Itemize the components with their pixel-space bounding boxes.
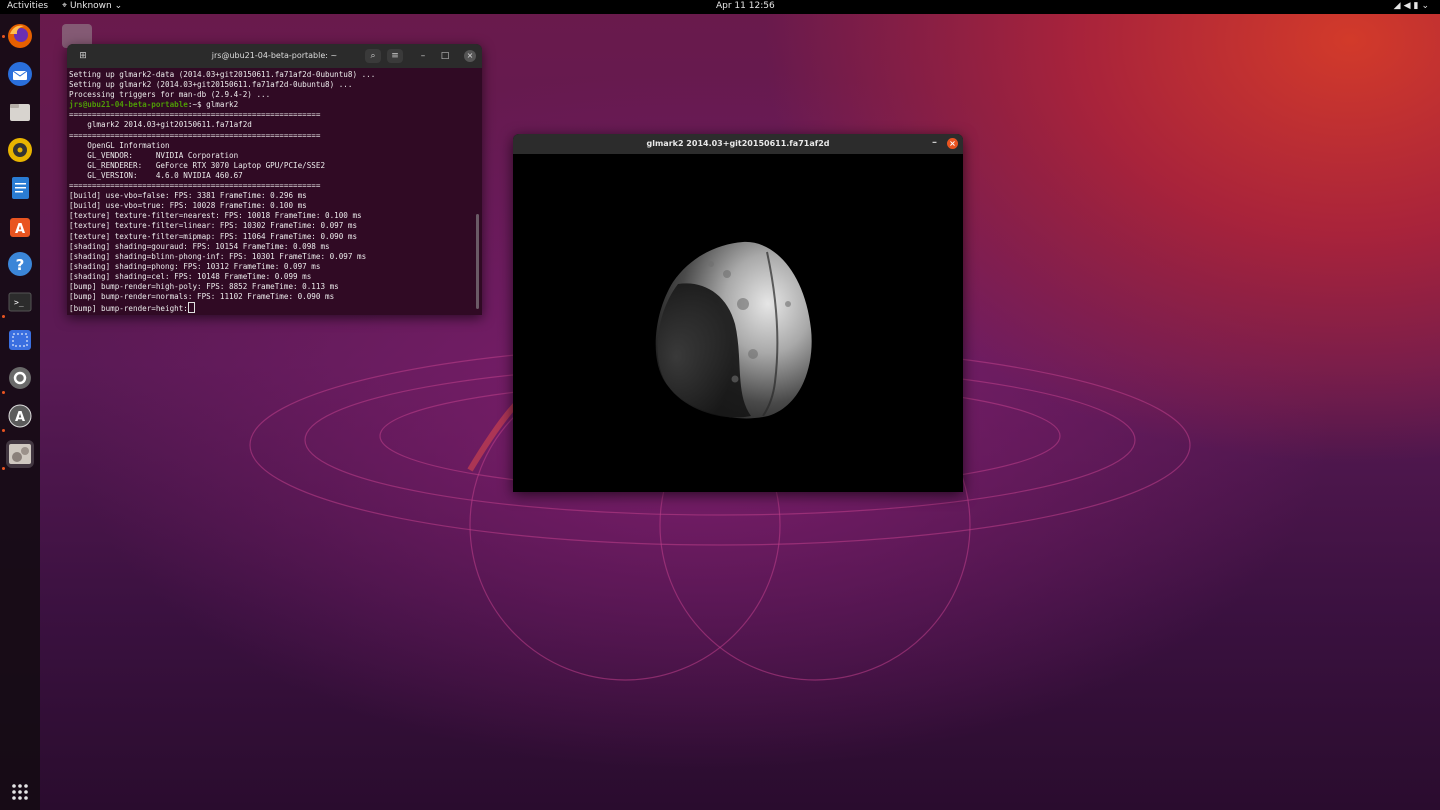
software-icon: A [10,218,30,237]
clock[interactable]: Apr 11 12:56 [716,1,775,11]
svg-text:>_: >_ [14,298,24,307]
dock-software[interactable]: A [6,212,34,240]
terminal-line: [texture] texture-filter=nearest: FPS: 1… [69,211,362,221]
rhythmbox-icon [8,138,32,162]
activities-button[interactable]: Activities [7,1,48,11]
terminal-line: [bump] bump-render=normals: FPS: 11102 F… [69,292,335,302]
terminal-prompt-line: jrs@ubu21-04-beta-portable:~$ glmark2 [69,100,474,110]
dock-glmark2[interactable] [6,440,34,468]
power-menu-icon: ⌄ [1421,1,1432,11]
dock-files[interactable] [6,98,34,126]
terminal-line: ========================================… [69,130,321,140]
maximize-icon[interactable]: □ [437,49,453,63]
terminal-output[interactable]: Setting up glmark2-data (2014.03+git2015… [69,70,474,313]
terminal-line: [bump] bump-render=high-poly: FPS: 8852 … [69,281,339,291]
dock-writer[interactable] [6,174,34,202]
chevron-down-icon: ⌄ [111,1,123,11]
system-tray[interactable]: ◢◀▮⌄ [1394,1,1432,11]
terminal-line: GL_VERSION: 4.6.0 NVIDIA 460.67 [69,170,243,180]
terminal-line: [shading] shading=blinn-phong-inf: FPS: … [69,251,367,261]
thunderbird-icon [8,62,32,86]
close-icon[interactable]: × [947,138,958,149]
text-cursor [187,302,195,313]
terminal-line: [shading] shading=phong: FPS: 10312 Fram… [69,261,321,271]
hamburger-menu-icon[interactable]: ≡ [387,49,403,63]
show-applications-button[interactable] [6,778,34,806]
terminal-titlebar[interactable]: ⊞ jrs@ubu21-04-beta-portable: ~ ⌕ ≡ – □ … [67,44,482,68]
glmark2-icon [9,444,31,464]
prompt-command: :~$ glmark2 [187,100,239,110]
terminal-window[interactable]: ⊞ jrs@ubu21-04-beta-portable: ~ ⌕ ≡ – □ … [67,44,482,315]
terminal-line: [build] use-vbo=false: FPS: 3381 FrameTi… [69,191,307,201]
settings-icon [9,367,31,389]
terminal-current-line: [bump] bump-render=height: [69,302,474,313]
terminal-line: [texture] texture-filter=mipmap: FPS: 11… [69,231,358,241]
current-line-text: [bump] bump-render=height: [69,304,188,313]
dock-terminal[interactable]: >_ [6,288,34,316]
terminal-line: GL_RENDERER: GeForce RTX 3070 Laptop GPU… [69,160,326,170]
search-icon[interactable]: ⌕ [365,49,381,63]
wifi-icon: ◢ [1393,1,1404,11]
dock: A ? >_ A [0,14,40,810]
terminal-line: ========================================… [69,181,321,191]
screenshot-icon [9,330,31,350]
volume-icon: ◀ [1403,1,1414,11]
terminal-line: glmark2 2014.03+git20150611.fa71af2d [69,120,252,130]
glmark2-render-viewport [655,241,812,419]
glmark2-output: ========================================… [69,110,474,302]
close-icon[interactable]: × [464,50,476,62]
svg-text:A: A [15,222,25,237]
bump-mapped-rock [655,241,812,419]
app-menu-icon: ⌖ [62,1,70,11]
terminal-line: [shading] shading=cel: FPS: 10148 FrameT… [69,271,312,281]
minimize-icon[interactable]: – [415,49,431,63]
dock-thunderbird[interactable] [6,60,34,88]
firefox-icon [8,24,32,48]
svg-text:?: ? [16,256,25,274]
app-menu[interactable]: ⌖ Unknown ⌄ [62,1,122,11]
terminal-icon: >_ [8,292,32,312]
terminal-line: GL_VENDOR: NVIDIA Corporation [69,150,239,160]
terminal-line: ========================================… [69,110,321,120]
terminal-line: [texture] texture-filter=linear: FPS: 10… [69,221,358,231]
app-menu-label: Unknown [69,1,112,11]
terminal-line: [shading] shading=gouraud: FPS: 10154 Fr… [69,241,330,251]
updater-icon: A [8,404,32,428]
glmark2-titlebar[interactable]: glmark2 2014.03+git20150611.fa71af2d – × [513,134,963,154]
dock-firefox[interactable] [6,22,34,50]
dock-settings[interactable] [6,364,34,392]
writer-icon [12,177,29,199]
top-bar: Activities ⌖ Unknown ⌄ Apr 11 12:56 ◢◀▮⌄ [0,0,1440,14]
prompt-user: jrs@ubu21-04-beta-portable [69,100,188,110]
glmark2-title: glmark2 2014.03+git20150611.fa71af2d [646,139,830,148]
app-grid-icon [12,784,28,800]
minimize-icon[interactable]: – [932,137,937,148]
dock-updater[interactable]: A [6,402,34,430]
dock-rhythmbox[interactable] [6,136,34,164]
help-icon: ? [8,252,32,276]
terminal-line: OpenGL Information [69,140,170,150]
glmark2-window[interactable]: glmark2 2014.03+git20150611.fa71af2d – × [513,134,963,492]
dock-help[interactable]: ? [6,250,34,278]
dock-screenshot[interactable] [6,326,34,354]
terminal-line: [build] use-vbo=true: FPS: 10028 FrameTi… [69,201,307,211]
terminal-line: Setting up glmark2-data (2014.03+git2015… [69,70,376,79]
svg-text:A: A [15,410,25,425]
terminal-line: Processing triggers for man-db (2.9.4-2)… [69,90,271,100]
terminal-scrollbar[interactable] [476,214,479,309]
terminal-line: Setting up glmark2 (2014.03+git20150611.… [69,80,353,90]
files-icon [10,104,30,121]
